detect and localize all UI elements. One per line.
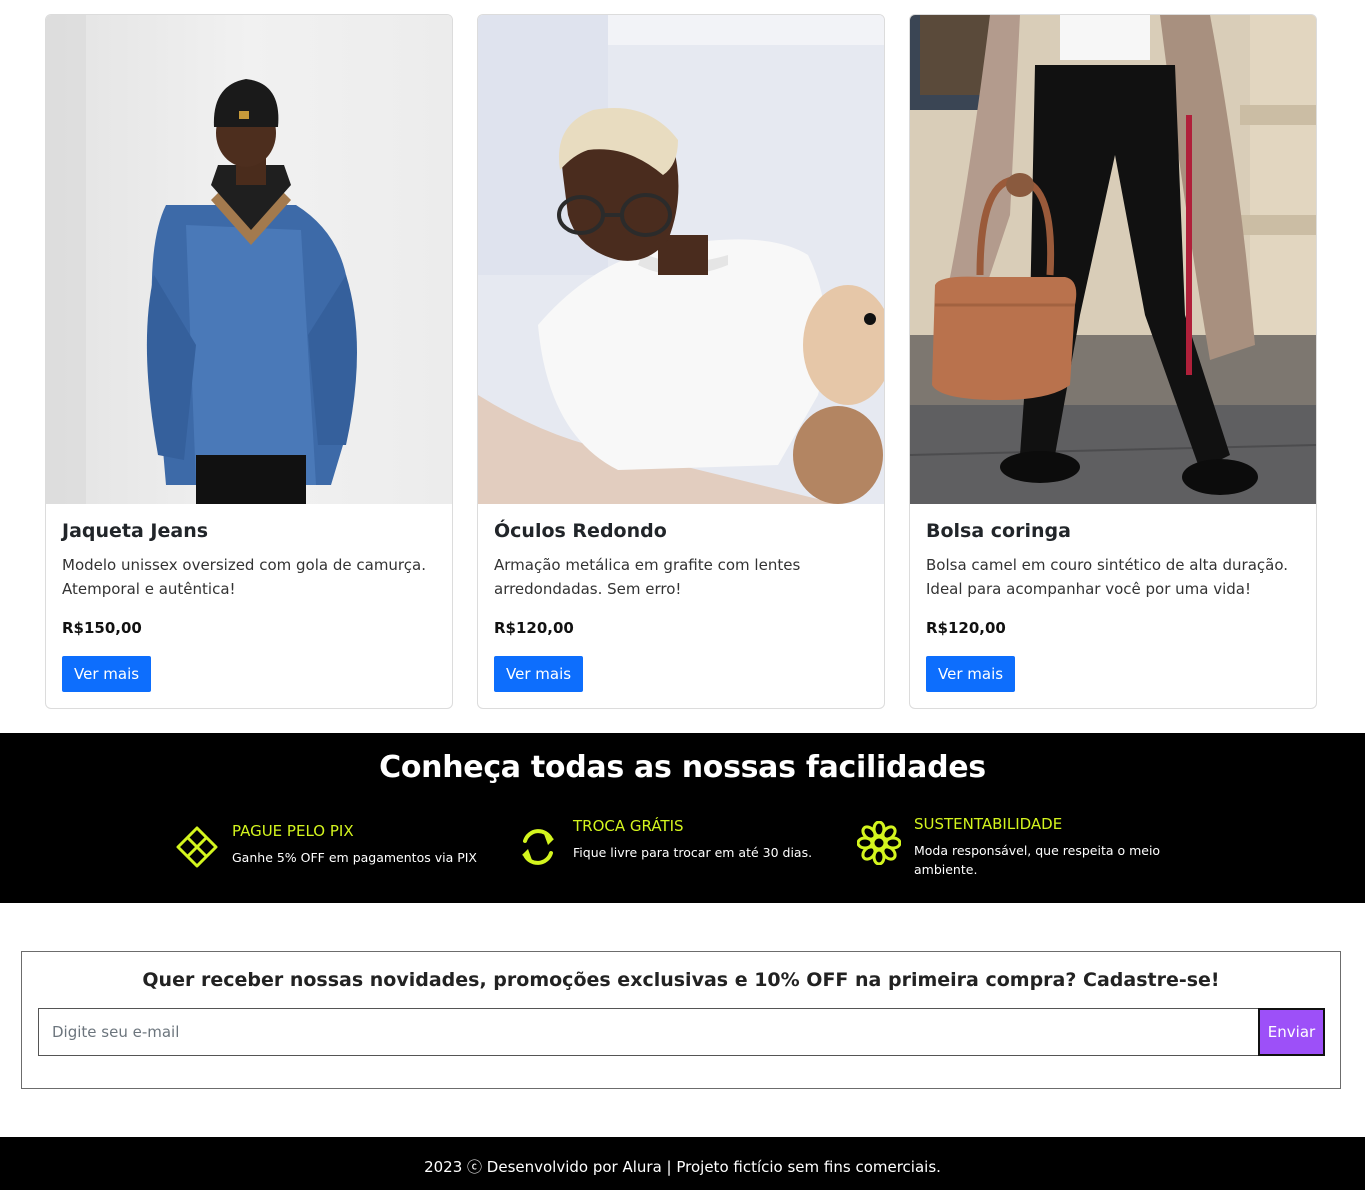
product-photo-denim-jacket [46,15,452,504]
email-input[interactable] [38,1008,1259,1056]
product-price: R$120,00 [926,619,1006,637]
product-price: R$150,00 [62,619,142,637]
flower-icon [857,821,901,865]
product-title: Bolsa coringa [926,520,1071,542]
exchange-arrows-icon [516,825,560,869]
see-more-button[interactable]: Ver mais [494,656,584,692]
features-section: Conheça todas as nossas facilidades PAGU… [0,733,1365,903]
footer: 2023 ⓒ Desenvolvido por Alura | Projeto … [0,1137,1365,1190]
footer-text: 2023 ⓒ Desenvolvido por Alura | Projeto … [424,1158,941,1176]
product-card: Óculos Redondo Armação metálica em grafi… [477,14,885,709]
feature-description: Moda responsável, que respeita o meio am… [914,843,1161,877]
product-card: Jaqueta Jeans Modelo unissex oversized c… [45,14,453,709]
product-photo-round-glasses [478,15,884,504]
product-price: R$120,00 [494,619,574,637]
diamond-grid-icon [175,825,219,869]
product-description: Modelo unissex oversized com gola de cam… [62,556,426,598]
product-cards: Jaqueta Jeans Modelo unissex oversized c… [0,0,1365,733]
feature-title: SUSTENTABILIDADE [914,815,1063,833]
feature-description: Fique livre para trocar em até 30 dias. [573,845,813,860]
send-button[interactable]: Enviar [1258,1008,1325,1056]
product-description: Armação metálica em grafite com lentes a… [494,556,801,598]
see-more-button[interactable]: Ver mais [926,656,1016,692]
newsletter-box: Quer receber nossas novidades, promoções… [21,951,1341,1089]
feature-title: TROCA GRÁTIS [573,817,684,835]
product-title: Jaqueta Jeans [62,520,209,542]
product-title: Óculos Redondo [494,520,667,542]
see-more-button[interactable]: Ver mais [62,656,152,692]
features-heading: Conheça todas as nossas facilidades [379,750,986,785]
newsletter-heading: Quer receber nossas novidades, promoções… [142,969,1220,991]
product-description: Bolsa camel em couro sintético de alta d… [926,556,1289,598]
product-photo-handbag [910,15,1316,504]
feature-description: Ganhe 5% OFF em pagamentos via PIX [232,850,477,865]
product-card: Bolsa coringa Bolsa camel em couro sinté… [909,14,1317,709]
feature-title: PAGUE PELO PIX [232,822,354,840]
